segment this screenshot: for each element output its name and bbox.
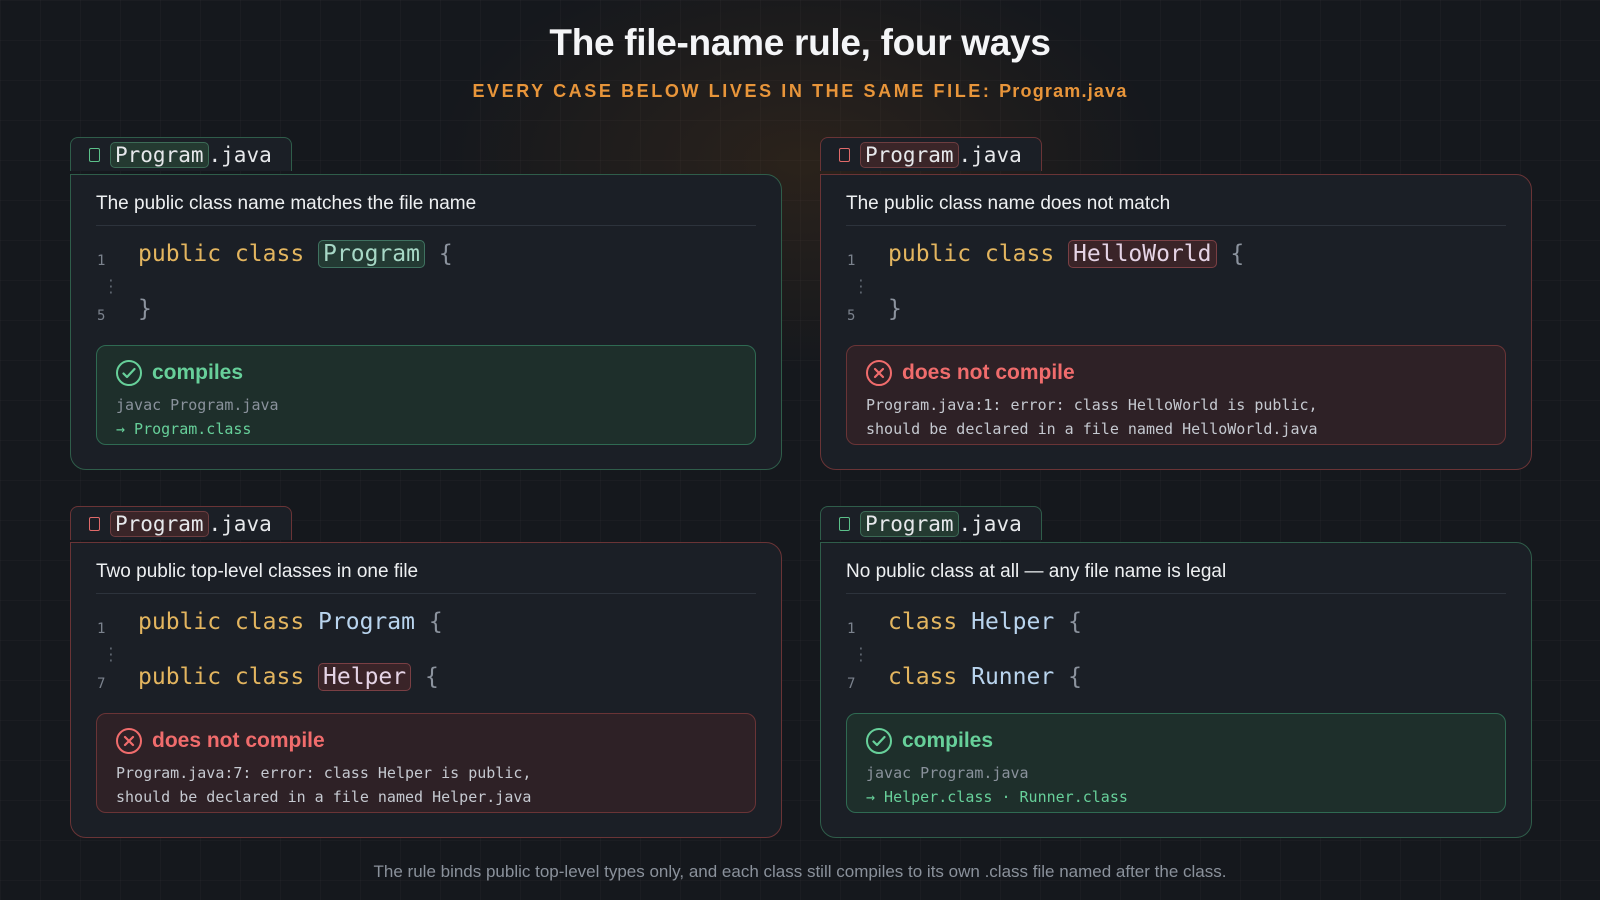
case-heading: The public class name does not match [846, 193, 1506, 226]
class-name-highlight: HelloWorld [1068, 240, 1217, 268]
line-number: 1 [97, 621, 106, 637]
class-name: Program [318, 609, 415, 635]
error-message: Program.java:7: error: class Helper is p… [116, 764, 532, 782]
code-keywords: class [888, 609, 958, 635]
case-card-3: Two public top-level classes in one file… [70, 542, 782, 838]
status-label: does not compile [152, 729, 325, 752]
code-brace: { [1230, 241, 1245, 267]
code-line: class Runner { [888, 664, 1082, 690]
error-message: should be declared in a file named Hello… [866, 420, 1318, 438]
code-brace: } [138, 296, 152, 322]
code-brace: { [1068, 664, 1082, 690]
file-icon [839, 516, 850, 531]
code-line: public class Program { [138, 240, 453, 268]
file-tab-case-1: Program .java [70, 137, 292, 171]
page-subtitle: EVERY CASE BELOW LIVES IN THE SAME FILE:… [0, 81, 1600, 102]
check-circle-icon [866, 728, 892, 754]
code-line: class Helper { [888, 609, 1082, 635]
code-line: } [138, 296, 152, 322]
file-tab-base: Program [110, 510, 209, 537]
status-label: compiles [902, 729, 994, 752]
code-line: public class HelloWorld { [888, 240, 1245, 268]
ellipsis-dots: · · · [107, 642, 115, 669]
line-number: 1 [97, 253, 106, 269]
code-keywords: public class [138, 241, 305, 267]
case-heading: The public class name matches the file n… [96, 193, 756, 226]
subtitle-prefix: EVERY CASE BELOW LIVES IN THE SAME FILE: [472, 81, 992, 101]
ellipsis-dots: · · · [107, 274, 115, 301]
line-number: 7 [97, 676, 106, 692]
case-card-1: The public class name matches the file n… [70, 174, 782, 470]
error-message: Program.java:1: error: class HelloWorld … [866, 396, 1318, 414]
x-circle-icon [866, 360, 892, 386]
status-row: compiles [866, 728, 993, 754]
class-name-highlight: Helper [318, 663, 412, 691]
class-name-highlight: Program [318, 240, 425, 268]
code-brace: } [888, 296, 902, 322]
file-tab-case-3: Program .java [70, 506, 292, 540]
file-tab-ext: .java [208, 142, 272, 167]
file-tab-base: Program [110, 141, 209, 168]
result-box-compiles: compiles javac Program.java → Program.cl… [96, 345, 756, 445]
file-tab-ext: .java [208, 511, 272, 536]
case-heading: No public class at all — any file name i… [846, 561, 1506, 594]
error-message: should be declared in a file named Helpe… [116, 788, 532, 806]
file-icon [89, 147, 100, 162]
result-box-error: does not compile Program.java:7: error: … [96, 713, 756, 813]
code-keywords: public class [138, 664, 305, 690]
file-icon [89, 516, 100, 531]
class-name: Helper [971, 609, 1055, 635]
class-name: Runner [971, 664, 1055, 690]
code-brace: { [1068, 609, 1082, 635]
code-brace: { [438, 241, 453, 267]
line-number: 1 [847, 621, 856, 637]
result-box-error: does not compile Program.java:1: error: … [846, 345, 1506, 445]
ellipsis-dots: · · · [857, 642, 865, 669]
file-tab-case-2: Program .java [820, 137, 1042, 171]
status-row: does not compile [116, 728, 325, 754]
file-tab-case-4: Program .java [820, 506, 1042, 540]
file-tab-base: Program [860, 141, 959, 168]
file-tab-ext: .java [958, 142, 1022, 167]
subtitle-filename: Program.java [999, 81, 1128, 101]
status-row: does not compile [866, 360, 1075, 386]
code-line: } [888, 296, 902, 322]
code-keywords: class [888, 664, 958, 690]
file-icon [839, 147, 850, 162]
javac-command: javac Program.java [866, 764, 1029, 782]
footer-note: The rule binds public top-level types on… [373, 862, 1227, 881]
code-line: public class Program { [138, 609, 443, 635]
file-tab-ext: .java [958, 511, 1022, 536]
case-heading: Two public top-level classes in one file [96, 561, 756, 594]
line-number: 7 [847, 676, 856, 692]
status-label: compiles [152, 361, 244, 384]
code-keywords: public class [888, 241, 1055, 267]
page-title: The file-name rule, four ways [549, 22, 1051, 63]
result-box-compiles: compiles javac Program.java → Helper.cla… [846, 713, 1506, 813]
case-card-2: The public class name does not match 1 p… [820, 174, 1532, 470]
code-line: public class Helper { [138, 663, 439, 691]
code-brace: { [424, 664, 439, 690]
ellipsis-dots: · · · [857, 274, 865, 301]
compile-output: → Program.class [116, 420, 252, 438]
check-circle-icon [116, 360, 142, 386]
code-brace: { [428, 609, 443, 635]
line-number: 5 [847, 308, 856, 324]
line-number: 1 [847, 253, 856, 269]
x-circle-icon [116, 728, 142, 754]
code-keywords: public class [138, 609, 305, 635]
status-label: does not compile [902, 361, 1075, 384]
javac-command: javac Program.java [116, 396, 279, 414]
status-row: compiles [116, 360, 243, 386]
file-tab-base: Program [860, 510, 959, 537]
case-card-4: No public class at all — any file name i… [820, 542, 1532, 838]
compile-output: → Helper.class · Runner.class [866, 788, 1128, 806]
line-number: 5 [97, 308, 106, 324]
